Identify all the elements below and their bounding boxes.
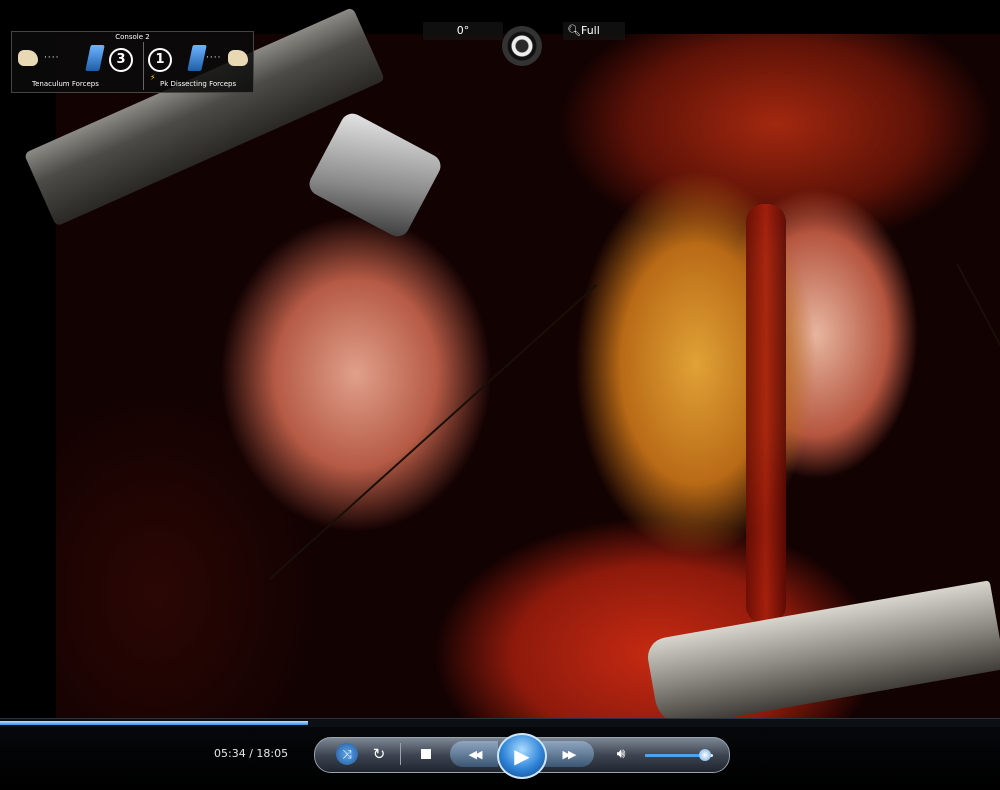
time-display: 05:34 / 18:05: [214, 747, 289, 760]
right-arm-number: 1: [148, 48, 172, 72]
view-mode-label: 🔍︎Full: [563, 22, 625, 40]
seek-bar[interactable]: [0, 718, 1000, 727]
camera-icon: [502, 26, 542, 66]
right-arm-indicator: 1 ⚡ ···· Pk Dissecting Forceps: [146, 42, 251, 90]
play-button[interactable]: ▶: [497, 733, 547, 779]
control-separator: [400, 743, 401, 765]
suture-thread: [269, 284, 598, 580]
next-button[interactable]: ▶▶: [542, 741, 594, 767]
left-arm-dots: ····: [44, 53, 60, 63]
right-arm-dots: ····: [206, 53, 222, 63]
right-hand-icon: [228, 50, 248, 66]
left-tool-label: Tenaculum Forceps: [32, 80, 99, 88]
console-title: Console 2: [115, 33, 150, 41]
previous-button[interactable]: ◀◀: [450, 741, 498, 767]
bolt-icon: ⚡: [150, 73, 156, 82]
left-arm-indicator: ···· 3 Tenaculum Forceps: [14, 42, 141, 90]
repeat-button[interactable]: ↻: [369, 743, 389, 765]
suture-thread-secondary: [956, 263, 1000, 494]
right-tool-icon: [187, 45, 207, 71]
shuffle-button[interactable]: ⤨: [336, 743, 358, 765]
play-icon: ▶: [514, 744, 530, 768]
angle-readout: 0°: [423, 22, 503, 40]
repeat-icon: ↻: [372, 745, 386, 763]
volume-level: [645, 754, 705, 757]
vessel-graphic: [746, 204, 786, 624]
next-icon: ▶▶: [562, 747, 577, 761]
shuffle-icon: ⤨: [342, 746, 352, 761]
left-arm-number: 3: [109, 48, 133, 72]
seek-progress: [0, 721, 308, 725]
left-tool-icon: [85, 45, 105, 71]
stop-button[interactable]: [416, 744, 436, 764]
volume-thumb[interactable]: [698, 749, 711, 761]
right-tool-label: Pk Dissecting Forceps: [160, 80, 237, 88]
volume-icon: 🔊︎: [616, 746, 626, 762]
video-display[interactable]: 0° 🔍︎Full Console 2 ···· 3 Tenaculum For…: [0, 0, 1000, 718]
volume-button[interactable]: 🔊︎: [610, 744, 632, 764]
console-panel: Console 2 ···· 3 Tenaculum Forceps 1 ⚡ ·…: [11, 31, 254, 93]
left-hand-icon: [18, 50, 38, 66]
console-divider: [143, 42, 144, 90]
player-controls: 05:34 / 18:05 ⤨ ↻ ◀◀ ▶▶ ▶ 🔊︎: [0, 727, 1000, 790]
previous-icon: ◀◀: [468, 747, 483, 761]
view-mode-text: Full: [580, 24, 600, 37]
stop-icon: [421, 749, 431, 759]
